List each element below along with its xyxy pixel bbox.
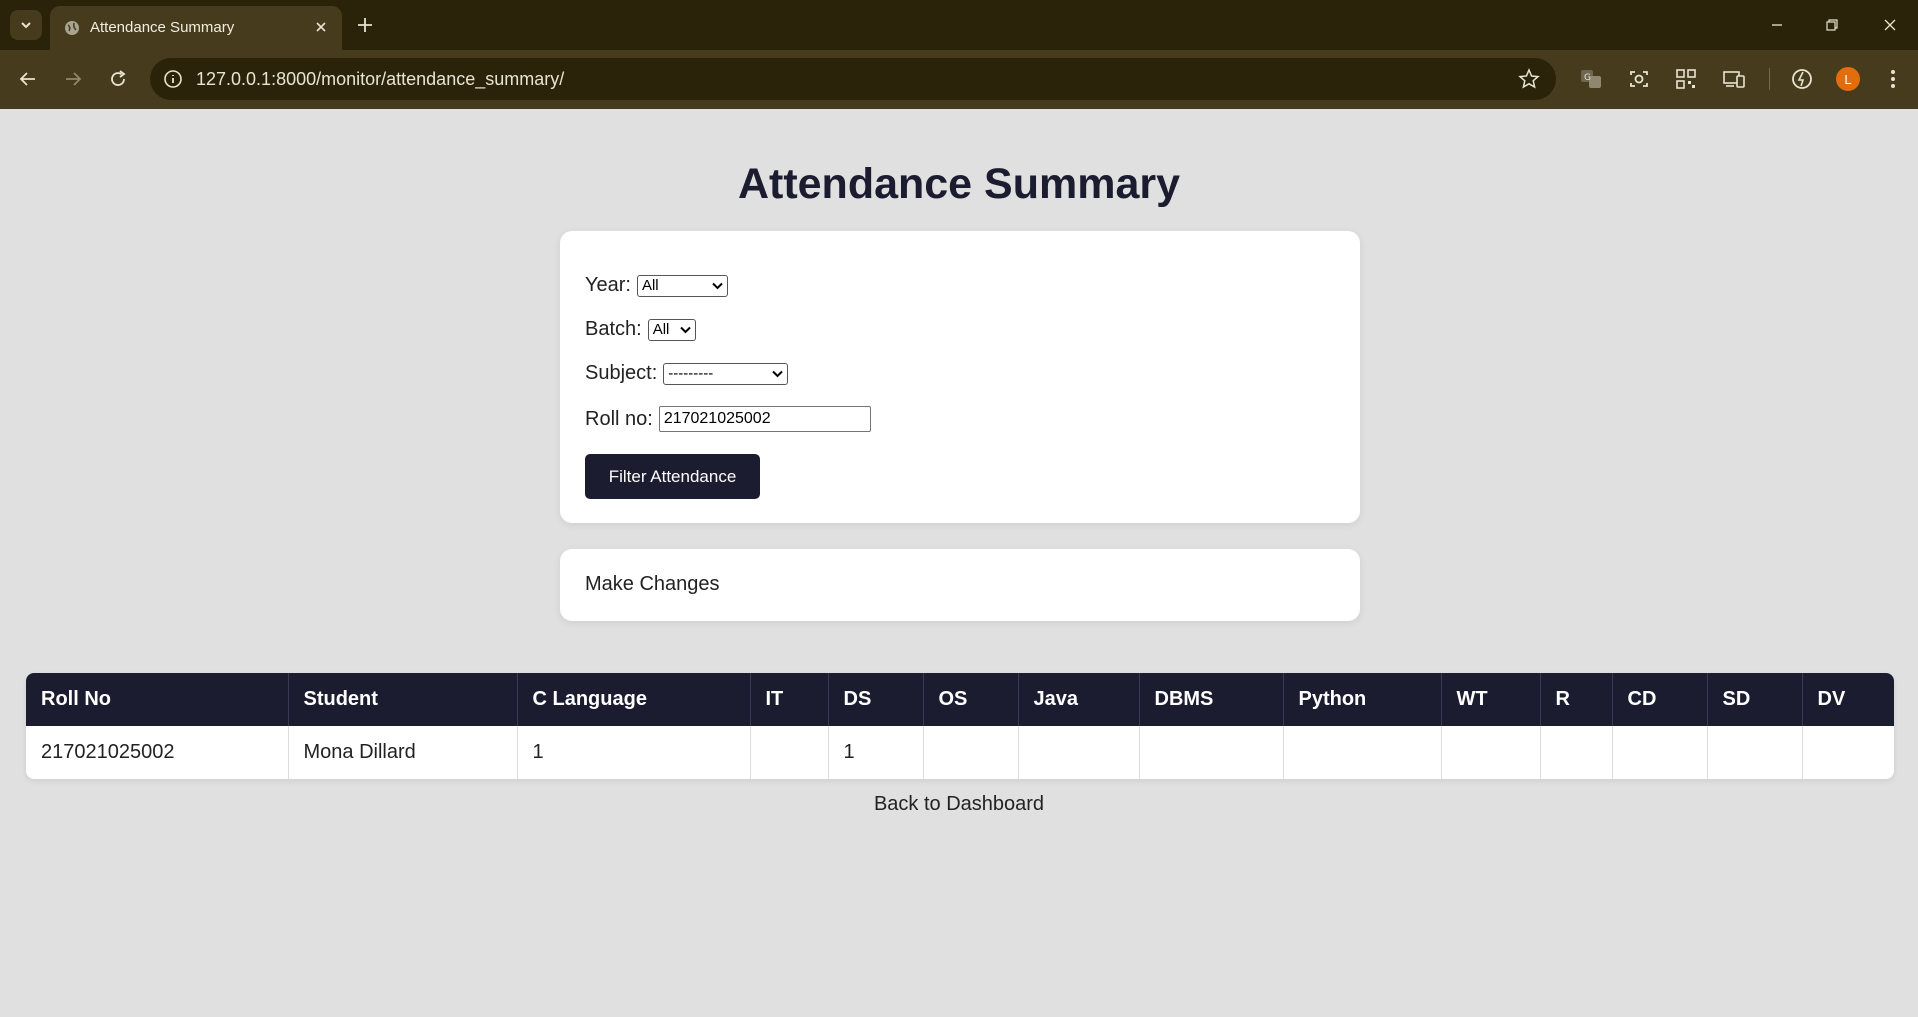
arrow-left-icon: [19, 72, 35, 86]
column-header: WT: [1441, 673, 1541, 726]
menu-button[interactable]: [1880, 66, 1906, 92]
cast-button[interactable]: [1721, 66, 1747, 92]
filter-attendance-button[interactable]: Filter Attendance: [585, 454, 760, 499]
back-button[interactable]: [13, 64, 43, 94]
speedometer-icon: [1792, 69, 1812, 89]
profile-avatar[interactable]: L: [1836, 67, 1860, 91]
column-header: OS: [923, 673, 1019, 726]
table-cell: Mona Dillard: [288, 726, 518, 779]
site-info-icon[interactable]: [162, 68, 184, 90]
make-changes-card: Make Changes: [560, 549, 1360, 621]
table-cell: [750, 726, 829, 779]
column-header: CD: [1612, 673, 1708, 726]
translate-icon: G: [1581, 70, 1601, 88]
column-header: R: [1540, 673, 1613, 726]
performance-button[interactable]: [1789, 66, 1815, 92]
minimize-button[interactable]: [1762, 10, 1792, 40]
column-header: SD: [1707, 673, 1803, 726]
forward-button[interactable]: [58, 64, 88, 94]
close-window-button[interactable]: [1875, 10, 1905, 40]
lens-button[interactable]: [1626, 66, 1652, 92]
toolbar-separator: [1769, 68, 1770, 90]
bookmark-star-icon[interactable]: [1518, 68, 1540, 90]
reload-button[interactable]: [103, 64, 133, 94]
rollno-filter-row: Roll no: 217021025002: [585, 406, 871, 432]
column-header: C Language: [517, 673, 751, 726]
close-tab-icon[interactable]: [312, 18, 330, 36]
year-label: Year:: [585, 274, 631, 296]
subject-filter-row: Subject: ---------: [585, 362, 789, 385]
attendance-table: Roll No Student C Language IT DS OS Java…: [26, 673, 1894, 779]
rollno-input[interactable]: 217021025002: [658, 406, 871, 432]
tab-title: Attendance Summary: [90, 19, 235, 36]
table-header-row: Roll No Student C Language IT DS OS Java…: [26, 673, 1894, 726]
chevron-down-icon: [772, 370, 783, 377]
filter-form-card: Year: All Batch: All Subject: --------- …: [560, 231, 1360, 523]
subject-select[interactable]: ---------: [663, 362, 789, 385]
new-tab-icon[interactable]: [352, 12, 378, 38]
globe-icon: [65, 21, 79, 35]
table-cell: [1707, 726, 1803, 779]
qr-code-button[interactable]: [1673, 66, 1699, 92]
subject-label: Subject:: [585, 362, 658, 384]
qr-code-icon: [1676, 69, 1696, 89]
column-header: Roll No: [26, 673, 289, 726]
browser-tab-strip: Attendance Summary: [0, 0, 1918, 50]
back-to-dashboard-link[interactable]: Back to Dashboard: [0, 793, 1918, 816]
year-selected-value: All: [641, 277, 659, 294]
more-vertical-icon: [1891, 70, 1895, 88]
year-select[interactable]: All: [636, 274, 728, 297]
rollno-label: Roll no:: [585, 407, 653, 430]
browser-toolbar: 127.0.0.1:8000/monitor/attendance_summar…: [0, 50, 1918, 109]
svg-text:G: G: [1584, 73, 1591, 83]
table-cell: 217021025002: [26, 726, 289, 779]
column-header: Python: [1283, 673, 1442, 726]
table-cell: 1: [517, 726, 751, 779]
subject-selected-value: ---------: [668, 365, 714, 382]
reload-icon: [111, 70, 126, 86]
table-cell: [1283, 726, 1442, 779]
page-title: Attendance Summary: [737, 160, 1181, 208]
url-text[interactable]: 127.0.0.1:8000/monitor/attendance_summar…: [196, 69, 564, 90]
tab-search-button[interactable]: [10, 10, 42, 40]
column-header: Java: [1018, 673, 1140, 726]
translate-button[interactable]: G: [1578, 66, 1604, 92]
table-row: 217021025002 Mona Dillard 1 1: [26, 726, 1894, 779]
devices-icon: [1723, 71, 1745, 88]
batch-selected-value: All: [652, 321, 670, 338]
close-icon: [1884, 19, 1896, 31]
table-cell: 1: [828, 726, 924, 779]
chevron-down-icon: [679, 326, 691, 333]
chevron-down-icon: [21, 22, 31, 29]
make-changes-link[interactable]: Make Changes: [585, 573, 720, 596]
year-filter-row: Year: All: [585, 274, 728, 297]
table-cell: [1139, 726, 1284, 779]
browser-tab[interactable]: Attendance Summary: [50, 6, 342, 50]
table-cell: [1802, 726, 1894, 779]
chevron-down-icon: [712, 282, 723, 289]
arrow-right-icon: [66, 72, 82, 86]
table-cell: [923, 726, 1019, 779]
camera-lens-icon: [1630, 71, 1648, 87]
column-header: DV: [1802, 673, 1894, 726]
table-cell: [1612, 726, 1708, 779]
batch-filter-row: Batch: All: [585, 318, 696, 341]
address-bar[interactable]: 127.0.0.1:8000/monitor/attendance_summar…: [150, 58, 1556, 100]
column-header: DBMS: [1139, 673, 1284, 726]
table-cell: [1018, 726, 1140, 779]
column-header: Student: [288, 673, 518, 726]
restore-icon: [1826, 19, 1838, 31]
table-cell: [1540, 726, 1613, 779]
batch-select[interactable]: All: [647, 318, 696, 341]
restore-button[interactable]: [1817, 10, 1847, 40]
column-header: DS: [828, 673, 924, 726]
minimize-icon: [1772, 24, 1782, 26]
batch-label: Batch:: [585, 318, 642, 340]
table-cell: [1441, 726, 1541, 779]
column-header: IT: [750, 673, 829, 726]
